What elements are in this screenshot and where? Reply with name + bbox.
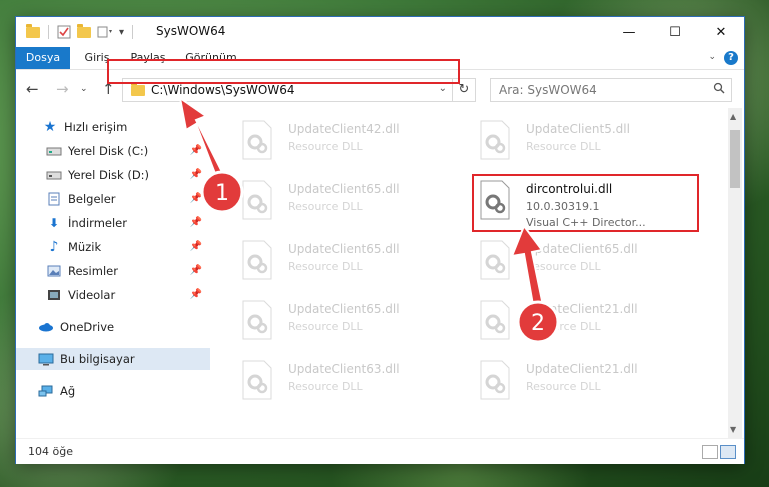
dll-file-icon [242,360,272,400]
file-name: UpdateClient63.dll [288,362,400,376]
file-name: UpdateClient5.dll [526,122,630,136]
file-name: UpdateClient65.dll [288,302,400,316]
file-description: Resource DLL [288,140,363,153]
videos-icon [46,288,62,302]
file-tile[interactable]: UpdateClient65.dll Resource DLL [212,236,432,286]
file-name: UpdateClient65.dll [288,182,400,196]
callout-arrow-1: 1 [178,96,244,214]
sidebar-item-label: Ağ [60,384,76,398]
sidebar-item-network[interactable]: Ağ [16,380,210,402]
drive-icon [46,144,62,158]
search-icon[interactable] [713,82,725,94]
file-description: Resource DLL [526,380,601,393]
back-arrow-icon[interactable]: ← [26,80,39,98]
tab-dosya[interactable]: Dosya [16,47,70,69]
sidebar-item-music[interactable]: ♪ Müzik 📌 [16,236,210,258]
sidebar-item-label: Belgeler [68,192,116,206]
sidebar-item-label: Yerel Disk (D:) [68,168,150,182]
recent-dropdown-icon[interactable]: ⌄ [80,84,88,94]
computer-icon [38,352,54,366]
minimize-button[interactable]: — [606,17,652,47]
search-box[interactable]: Ara: SysWOW64 [490,78,732,102]
forward-arrow-icon[interactable]: → [56,80,69,98]
sidebar-item-label: OneDrive [60,320,115,334]
address-highlight-box [107,59,460,84]
address-text[interactable]: C:\Windows\SysWOW64 [151,83,295,97]
window-title: SysWOW64 [156,24,226,38]
close-button[interactable]: ✕ [698,17,744,47]
sidebar-item-label: Videolar [68,288,116,302]
file-description: Resource DLL [288,200,363,213]
file-tile[interactable]: UpdateClient21.dll Resource DLL [450,356,670,406]
file-list: UpdateClient42.dll Resource DLL UpdateCl… [212,108,726,438]
pin-icon[interactable]: 📌 [190,265,202,276]
title-bar: ▾ SysWOW64 — ☐ ✕ [16,17,744,47]
sidebar-item-videos[interactable]: Videolar 📌 [16,284,210,306]
pin-icon[interactable]: 📌 [190,289,202,300]
scroll-up-icon[interactable]: ▲ [730,112,736,121]
sidebar-item-onedrive[interactable]: OneDrive [16,316,210,338]
star-icon: ★ [43,119,57,135]
sidebar-item-this-pc[interactable]: Bu bilgisayar [16,348,210,370]
dll-file-icon [242,240,272,280]
sidebar-item-label: Yerel Disk (C:) [68,144,149,158]
file-name: UpdateClient42.dll [288,122,400,136]
separator [48,25,49,39]
callout-number-1: 1 [215,181,229,206]
ribbon-expand-icon[interactable]: ⌄ [708,52,716,62]
help-icon[interactable]: ? [724,51,738,65]
sidebar-item-label: Bu bilgisayar [60,352,135,366]
download-icon: ⬇ [48,216,60,230]
sidebar-item-label: İndirmeler [68,216,127,230]
file-name: UpdateClient65.dll [288,242,400,256]
file-tile[interactable]: UpdateClient5.dll Resource DLL [450,116,670,166]
customize-icon[interactable] [97,25,115,39]
new-folder-icon[interactable] [77,23,91,38]
dll-file-icon [242,300,272,340]
file-tile[interactable]: UpdateClient63.dll Resource DLL [212,356,432,406]
properties-icon[interactable] [57,25,71,39]
vertical-scrollbar[interactable]: ▲ ▼ [728,108,742,438]
sidebar-item-label: Resimler [68,264,118,278]
address-dropdown-icon[interactable]: ⌄ [439,83,447,94]
sidebar-item-label: Hızlı erişim [64,120,128,134]
file-description: Resource DLL [288,380,363,393]
sidebar-item-label: Müzik [68,240,102,254]
details-view-icon[interactable] [702,445,718,459]
file-description: Resource DLL [526,140,601,153]
quick-access-toolbar: ▾ [26,23,141,40]
pictures-icon [46,264,62,278]
cloud-icon [38,320,54,334]
file-description: Resource DLL [288,320,363,333]
item-count: 104 öğe [28,445,73,458]
qa-dropdown-icon[interactable]: ▾ [119,27,124,38]
file-description: Resource DLL [288,260,363,273]
scroll-down-icon[interactable]: ▼ [730,425,736,434]
folder-icon[interactable] [26,23,40,38]
pin-icon[interactable]: 📌 [190,241,202,252]
callout-arrow-2: 2 [510,224,560,344]
music-icon: ♪ [49,239,59,255]
callout-number-2: 2 [531,311,545,336]
address-folder-icon [131,82,145,96]
tiles-view-icon[interactable] [720,445,736,459]
drive-icon [46,168,62,182]
scrollbar-thumb[interactable] [730,130,740,188]
status-bar: 104 öğe [16,438,744,464]
dll-file-icon [480,120,510,160]
file-name: UpdateClient21.dll [526,362,638,376]
documents-icon [46,192,62,206]
maximize-button[interactable]: ☐ [652,17,698,47]
dll-file-icon [480,360,510,400]
network-icon [38,384,54,398]
search-input[interactable]: Ara: SysWOW64 [499,83,597,97]
sidebar-item-pictures[interactable]: Resimler 📌 [16,260,210,282]
file-tile[interactable]: UpdateClient65.dll Resource DLL [212,296,432,346]
